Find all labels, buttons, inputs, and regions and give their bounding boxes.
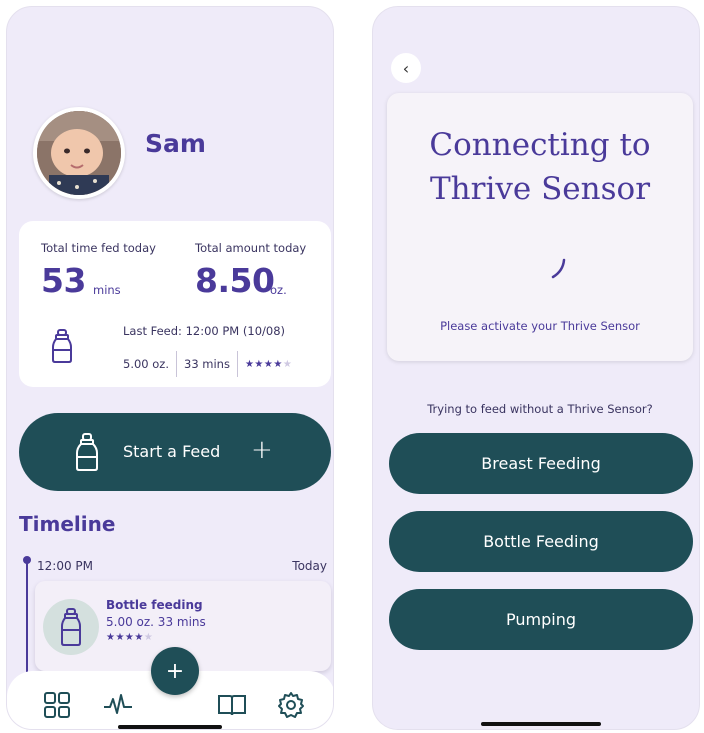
amount-value: 8.50 [195, 261, 275, 300]
timeline-time: 12:00 PM [37, 559, 93, 573]
start-feed-label: Start a Feed [123, 442, 221, 461]
activity-pulse-icon[interactable] [103, 691, 133, 723]
star-icon: ★★★★ [106, 632, 144, 643]
baby-avatar[interactable] [33, 107, 125, 199]
title-line-2: Thrive Sensor [429, 171, 651, 207]
last-feed-label: Last Feed: 12:00 PM (10/08) [123, 324, 285, 338]
star-empty-icon: ★ [143, 632, 154, 643]
start-feed-button[interactable]: Start a Feed + [19, 413, 331, 491]
entry-title: Bottle feeding [106, 598, 203, 612]
time-fed-value: 53 [41, 261, 86, 300]
dashboard-screen: Sam Total time fed today 53 mins Total a… [6, 6, 334, 730]
title-line-1: Connecting to [429, 127, 651, 163]
entry-rating: ★★★★★ [106, 632, 153, 643]
timeline-line [26, 560, 28, 680]
connecting-title: Connecting to Thrive Sensor [387, 123, 693, 211]
divider [236, 351, 238, 377]
plus-icon: + [251, 435, 273, 465]
amount-unit: oz. [270, 283, 287, 297]
connect-sensor-screen: ‹ Connecting to Thrive Sensor Please act… [372, 6, 700, 730]
dashboard-grid-icon[interactable] [43, 691, 71, 723]
loading-spinner-icon [551, 258, 566, 279]
last-feed-details: 5.00 oz. 33 mins ★★★★★ [123, 351, 292, 377]
divider [176, 351, 177, 377]
timeline-day: Today [292, 559, 327, 573]
no-sensor-prompt: Trying to feed without a Thrive Sensor? [427, 402, 653, 416]
entry-meta: 5.00 oz. 33 mins [106, 615, 206, 629]
timeline-title: Timeline [19, 512, 116, 536]
last-feed-duration: 33 mins [184, 357, 230, 371]
journal-book-icon[interactable] [217, 691, 247, 723]
back-button[interactable]: ‹ [391, 53, 421, 83]
baby-name: Sam [145, 129, 206, 158]
bottle-icon [61, 608, 81, 646]
activate-instruction: Please activate your Thrive Sensor [440, 319, 640, 333]
add-entry-fab[interactable]: + [151, 647, 199, 695]
time-fed-label: Total time fed today [41, 241, 156, 255]
bottle-icon [51, 329, 73, 367]
time-fed-unit: mins [93, 283, 121, 297]
settings-gear-icon[interactable] [277, 691, 305, 723]
home-indicator [118, 725, 222, 729]
bottle-feeding-button[interactable]: Bottle Feeding [389, 511, 693, 572]
timeline-dot [23, 556, 31, 564]
pumping-button[interactable]: Pumping [389, 589, 693, 650]
star-icon: ★★★★ [244, 358, 283, 370]
amount-label: Total amount today [195, 241, 307, 255]
last-feed-rating: ★★★★★ [245, 359, 292, 370]
bottle-icon [75, 433, 99, 475]
connecting-card: Connecting to Thrive Sensor Please activ… [387, 93, 693, 361]
breast-feeding-button[interactable]: Breast Feeding [389, 433, 693, 494]
home-indicator [481, 722, 601, 726]
daily-stats-card: Total time fed today 53 mins Total amoun… [19, 221, 331, 387]
star-empty-icon: ★ [282, 358, 293, 370]
entry-icon-circle [43, 599, 99, 655]
last-feed-amount: 5.00 oz. [123, 357, 169, 371]
chevron-left-icon: ‹ [402, 58, 410, 78]
